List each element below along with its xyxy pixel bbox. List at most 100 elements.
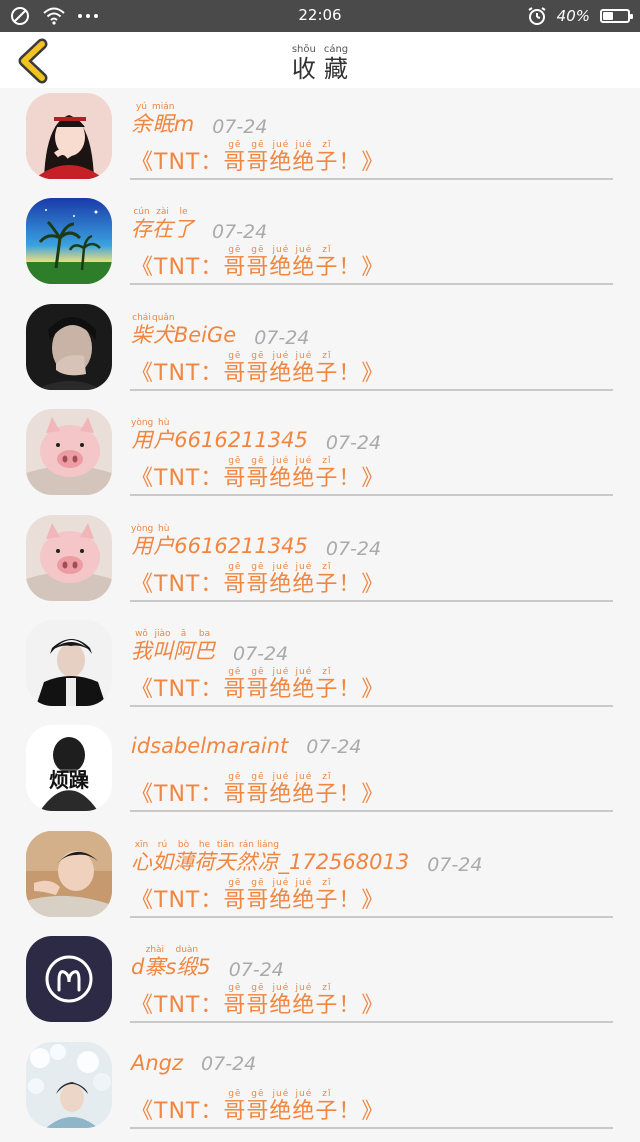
name-line: 余yú眠miánm 07-24 <box>131 102 267 138</box>
timestamp: 07-24 <box>233 642 289 665</box>
message-text[interactable]: 《TNT：哥gē哥gē绝jué绝jué子zǐ！》 <box>131 245 384 281</box>
name-char: 凉liáng <box>257 839 279 874</box>
message-text[interactable]: 《TNT：哥gē哥gē绝jué绝jué子zǐ！》 <box>131 1089 384 1125</box>
avatar-text: 烦躁 <box>49 768 89 792</box>
name-char: 存cún <box>131 207 152 242</box>
name-text: _172568013 <box>278 849 410 874</box>
list-item[interactable]: 心xīn如rú薄bò荷he天tiān然rán凉liáng_172568013 07… <box>0 826 640 931</box>
message-char: 子zǐ <box>315 350 339 386</box>
user-name[interactable]: 存cún在zài了le <box>131 207 194 243</box>
list-item[interactable]: 余yú眠miánm 07-24 《TNT：哥gē哥gē绝jué绝jué子zǐ！》 <box>0 88 640 193</box>
message-char: 子zǐ <box>315 983 339 1019</box>
list-item[interactable]: 存cún在zài了le 07-24 《TNT：哥gē哥gē绝jué绝jué子zǐ！》 <box>0 193 640 298</box>
message-char: 哥gē <box>246 1088 270 1124</box>
user-name[interactable]: 用yòng户hù6616211345 <box>131 524 308 560</box>
title-char: 藏cáng <box>323 44 349 83</box>
avatar[interactable] <box>26 619 112 706</box>
avatar[interactable] <box>26 1041 112 1128</box>
name-char: 犬quǎn <box>152 312 175 347</box>
message-char: 子zǐ <box>315 1088 339 1124</box>
user-name[interactable]: 心xīn如rú薄bò荷he天tiān然rán凉liáng_172568013 <box>131 840 409 876</box>
message-text[interactable]: 《TNT：哥gē哥gē绝jué绝jué子zǐ！》 <box>131 351 384 387</box>
user-name[interactable]: Angz <box>131 1051 183 1075</box>
header: 收shōu 藏cáng <box>0 32 640 88</box>
message-char: 绝jué <box>292 245 316 281</box>
timestamp: 07-24 <box>427 853 483 876</box>
avatar[interactable] <box>26 409 112 496</box>
user-name[interactable]: 我wǒ叫jiào阿ā巴ba <box>131 629 215 665</box>
message-char: 绝jué <box>269 772 293 808</box>
name-line: 我wǒ叫jiào阿ā巴ba 07-24 <box>131 629 288 665</box>
name-text: 6616211345 <box>174 533 308 558</box>
name-char: 阿ā <box>173 628 194 663</box>
page-title: 收shōu 藏cáng <box>0 44 640 84</box>
message-open: 《TNT： <box>131 360 224 386</box>
message-char: 哥gē <box>246 772 270 808</box>
user-name[interactable]: 用yòng户hù6616211345 <box>131 418 308 454</box>
timestamp: 07-24 <box>201 1052 257 1075</box>
name-char: 用yòng <box>131 523 154 558</box>
message-text[interactable]: 《TNT：哥gē哥gē绝jué绝jué子zǐ！》 <box>131 140 384 176</box>
message-text[interactable]: 《TNT：哥gē哥gē绝jué绝jué子zǐ！》 <box>131 456 384 492</box>
name-line: 存cún在zài了le 07-24 <box>131 207 267 243</box>
message-text[interactable]: 《TNT：哥gē哥gē绝jué绝jué子zǐ！》 <box>131 667 384 703</box>
list-item[interactable]: 我wǒ叫jiào阿ā巴ba 07-24 《TNT：哥gē哥gē绝jué绝jué子zǐ… <box>0 615 640 720</box>
avatar[interactable] <box>26 198 112 285</box>
message-char: 绝jué <box>269 350 293 386</box>
list-item[interactable]: 柴chái犬quǎnBeiGe 07-24 《TNT：哥gē哥gē绝jué绝jué子… <box>0 299 640 404</box>
name-line: d寨zhàis缎duàn5 07-24 <box>131 945 284 981</box>
message-char: 哥gē <box>223 245 247 281</box>
list-item[interactable]: 用yòng户hù6616211345 07-24 《TNT：哥gē哥gē绝jué绝j… <box>0 404 640 509</box>
user-name[interactable]: 柴chái犬quǎnBeiGe <box>131 313 236 349</box>
message-char: 绝jué <box>269 1088 293 1124</box>
message-char: 绝jué <box>292 1088 316 1124</box>
list-item[interactable]: d寨zhàis缎duàn5 07-24 《TNT：哥gē哥gē绝jué绝jué子zǐ… <box>0 931 640 1036</box>
message-char: 绝jué <box>292 877 316 913</box>
list-item[interactable]: 烦躁 idsabelmaraint 07-24 《TNT：哥gē哥gē绝jué绝jué… <box>0 720 640 825</box>
message-text[interactable]: 《TNT：哥gē哥gē绝jué绝jué子zǐ！》 <box>131 878 384 914</box>
avatar[interactable] <box>26 936 112 1023</box>
avatar[interactable] <box>26 303 112 390</box>
message-text[interactable]: 《TNT：哥gē哥gē绝jué绝jué子zǐ！》 <box>131 772 384 808</box>
message-char: 绝jué <box>292 772 316 808</box>
message-char: 子zǐ <box>315 666 339 702</box>
message-char: 哥gē <box>246 245 270 281</box>
divider <box>130 178 613 180</box>
divider <box>130 494 613 497</box>
name-line: 用yòng户hù6616211345 07-24 <box>131 524 381 560</box>
name-text: d <box>131 955 145 980</box>
user-name[interactable]: idsabelmaraint <box>131 734 288 758</box>
user-name[interactable]: d寨zhàis缎duàn5 <box>131 945 211 981</box>
list-item[interactable]: Angz 07-24 《TNT：哥gē哥gē绝jué绝jué子zǐ！》 <box>0 1037 640 1142</box>
message-open: 《TNT： <box>131 887 224 913</box>
message-char: 子zǐ <box>315 140 339 175</box>
timestamp: 07-24 <box>325 537 382 560</box>
list-item[interactable]: 用yòng户hù6616211345 07-24 《TNT：哥gē哥gē绝jué绝j… <box>0 510 640 615</box>
message-char: 绝jué <box>269 877 293 913</box>
avatar[interactable] <box>26 830 112 917</box>
avatar[interactable] <box>26 514 112 601</box>
divider <box>130 704 613 707</box>
message-open: 《TNT： <box>131 676 224 702</box>
message-open: 《TNT： <box>131 150 224 175</box>
name-char: 户hù <box>153 418 175 453</box>
divider <box>130 915 613 918</box>
message-text[interactable]: 《TNT：哥gē哥gē绝jué绝jué子zǐ！》 <box>131 562 384 598</box>
message-char: 哥gē <box>223 983 247 1019</box>
user-name[interactable]: 余yú眠miánm <box>131 102 194 138</box>
name-char: 眠mián <box>152 102 175 136</box>
title-char: 收shōu <box>291 44 316 83</box>
name-line: 用yòng户hù6616211345 07-24 <box>131 418 381 454</box>
name-text: m <box>173 112 195 136</box>
name-line: 柴chái犬quǎnBeiGe 07-24 <box>131 313 309 349</box>
message-char: 哥gē <box>246 350 270 386</box>
name-char: 薄bò <box>173 839 194 874</box>
message-char: 子zǐ <box>315 245 339 281</box>
timestamp: 07-24 <box>254 326 310 349</box>
message-char: 哥gē <box>246 456 270 492</box>
message-text[interactable]: 《TNT：哥gē哥gē绝jué绝jué子zǐ！》 <box>131 983 384 1019</box>
message-char: 子zǐ <box>315 877 339 913</box>
avatar[interactable] <box>26 93 112 179</box>
avatar[interactable]: 烦躁 <box>26 725 112 812</box>
divider <box>130 283 613 286</box>
